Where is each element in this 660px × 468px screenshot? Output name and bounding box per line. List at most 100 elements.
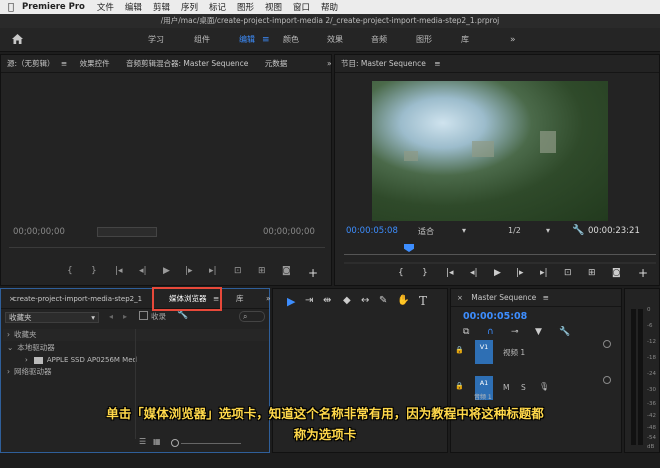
program-lift-icon[interactable]: ⊡ [564,268,572,278]
tree-item-apple-ssd[interactable]: › APPLE SSD AP0256M Med [3,354,269,366]
timeline-menu-icon[interactable]: ≡ [543,293,549,302]
source-mark-in-icon[interactable]: { [67,266,73,276]
ws-tab-assembly[interactable]: 组件 [194,28,210,52]
ripple-edit-tool-icon[interactable]: ⇹ [323,295,331,306]
program-step-fwd-icon[interactable]: |▸ [516,268,524,278]
mic-icon[interactable]: 🎙 [539,382,549,391]
program-add-button-icon[interactable]: + [638,266,648,280]
ws-tab-libraries[interactable]: 库 [461,28,469,52]
lock-icon[interactable]: 🔒 [455,382,464,390]
close-icon[interactable]: × [457,294,463,302]
menu-markers[interactable]: 标记 [209,1,226,13]
source-more[interactable]: » [327,55,332,73]
home-icon[interactable] [11,33,24,47]
source-insert-icon[interactable]: ⊡ [234,266,242,276]
selection-tool-icon[interactable]: ▶ [287,295,295,308]
menu-edit[interactable]: 编辑 [125,1,142,13]
program-scrubber[interactable] [344,244,656,258]
source-export-frame-icon[interactable]: ◙ [282,266,291,276]
forward-arrow-icon[interactable]: ▸ [123,312,127,321]
ws-tab-audio[interactable]: 音频 [371,28,387,52]
menu-sequence[interactable]: 序列 [181,1,198,13]
source-timecode-in[interactable]: 00;00;00;00 [13,227,65,237]
tree-item-network-drives[interactable]: › 网络驱动器 [3,366,269,378]
hand-tool-icon[interactable]: ✋ [397,295,409,306]
source-mark-out-icon[interactable]: } [91,266,97,276]
source-zoom-dropdown[interactable] [97,227,157,237]
program-fit-dropdown[interactable]: 适合 ▾ [418,226,470,237]
source-step-back-icon[interactable]: ◂| [139,266,147,276]
program-timecode-current[interactable]: 00:00:05:08 [346,226,398,236]
back-arrow-icon[interactable]: ◂ [109,312,113,321]
project-more[interactable]: » [266,289,271,309]
ingest-checkbox[interactable] [139,311,148,320]
program-title[interactable]: 节目: Master Sequence [341,59,426,68]
source-go-out-icon[interactable]: ▸| [209,266,217,276]
source-timecode-out[interactable]: 00;00;00;00 [263,227,315,237]
pen-tool-icon[interactable]: ✎ [379,295,387,306]
track-a1-solo[interactable]: S [521,383,526,392]
timeline-wrench-icon[interactable]: 🔧 [559,327,570,337]
track-a1-mute[interactable]: M [503,383,509,392]
source-overwrite-icon[interactable]: ⊞ [258,266,266,276]
ws-tab-editing[interactable]: 编辑 [239,28,255,52]
timeline-timecode[interactable]: 00:00:05:08 [463,311,527,322]
favorites-dropdown[interactable]: 收藏夹 ▾ [5,312,99,323]
track-v1-target[interactable]: V1 [475,340,493,364]
menu-file[interactable]: 文件 [97,1,114,13]
snap-icon[interactable]: ∩ [487,327,494,337]
source-menu-icon[interactable]: ≡ [61,59,67,68]
track-select-tool-icon[interactable]: ⇥ [305,295,313,306]
menu-clip[interactable]: 剪辑 [153,1,170,13]
program-monitor-video[interactable] [372,81,608,221]
program-step-back-icon[interactable]: ◂| [470,268,478,278]
source-go-in-icon[interactable]: |◂ [115,266,123,276]
program-mark-in-icon[interactable]: { [398,268,404,278]
tree-item-favorites[interactable]: › 收藏夹 [3,329,269,341]
track-a1-handle[interactable] [603,376,611,384]
source-step-fwd-icon[interactable]: |▸ [185,266,193,276]
track-v1-handle[interactable] [603,340,611,348]
program-go-out-icon[interactable]: ▸| [540,268,548,278]
apple-icon[interactable]:  [0,2,22,13]
razor-tool-icon[interactable]: ◆ [343,295,351,306]
source-scrubber[interactable] [9,247,325,248]
tree-item-local-drives[interactable]: ⌄ 本地驱动器 [3,342,269,354]
program-go-in-icon[interactable]: |◂ [446,268,454,278]
tab-effect-controls[interactable]: 效果控件 [80,59,110,68]
program-mark-out-icon[interactable]: } [422,268,428,278]
tab-source[interactable]: 源:（无剪辑） [7,59,55,68]
timeline-title[interactable]: Master Sequence [471,293,536,302]
close-icon[interactable]: × [9,289,15,309]
ws-tab-graphics[interactable]: 图形 [416,28,432,52]
ws-tab-effects[interactable]: 效果 [327,28,343,52]
program-export-frame-icon[interactable]: ◙ [612,268,621,278]
add-marker-icon[interactable]: ▼ [535,327,542,337]
tab-project[interactable]: create-project-import-media-step2_1 [13,295,142,303]
app-name[interactable]: Premiere Pro [22,2,85,12]
menu-view[interactable]: 视图 [265,1,282,13]
program-timecode-duration[interactable]: 00:00:23:21 [588,226,640,236]
search-input[interactable]: ⌕ [239,311,265,322]
program-menu-icon[interactable]: ≡ [434,59,440,68]
source-add-button-icon[interactable]: + [308,266,318,280]
program-play-icon[interactable]: ▶ [494,268,501,278]
ws-menu-icon[interactable]: ≡ [262,28,270,52]
slip-tool-icon[interactable]: ↔ [361,295,369,306]
playhead-icon[interactable] [404,244,414,252]
tab-libraries[interactable]: 库 [236,289,244,309]
ws-tab-learn[interactable]: 学习 [148,28,164,52]
program-extract-icon[interactable]: ⊞ [588,268,596,278]
tab-audio-clip-mixer[interactable]: 音频剪辑混合器: Master Sequence [126,59,248,68]
type-tool-icon[interactable]: T [419,294,427,308]
wrench-icon[interactable]: 🔧 [572,225,584,236]
menu-help[interactable]: 帮助 [321,1,338,13]
program-resolution-dropdown[interactable]: 1/2 ▾ [508,226,556,237]
program-zoom-bar[interactable] [344,262,656,264]
ws-more[interactable]: » [510,28,516,52]
lock-icon[interactable]: 🔒 [455,346,464,354]
wrench-icon[interactable]: 🔧 [177,310,188,320]
source-play-icon[interactable]: ▶ [163,266,170,276]
tab-metadata[interactable]: 元数据 [265,59,288,68]
ws-tab-color[interactable]: 颜色 [283,28,299,52]
